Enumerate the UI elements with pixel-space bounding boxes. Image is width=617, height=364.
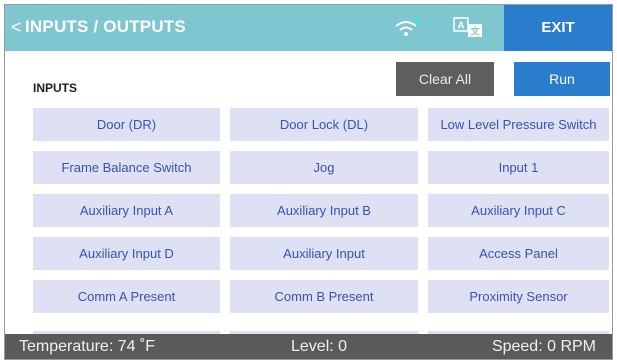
- back-chevron-icon[interactable]: <: [11, 14, 22, 40]
- input-access-panel-button[interactable]: Access Panel: [428, 237, 609, 270]
- header-bar: < INPUTS / OUTPUTS A 文 EXIT: [5, 5, 612, 51]
- app-frame: < INPUTS / OUTPUTS A 文 EXIT INPUTS Clear…: [4, 4, 613, 360]
- clear-all-button[interactable]: Clear All: [396, 62, 494, 96]
- svg-text:文: 文: [469, 26, 480, 38]
- page-title[interactable]: INPUTS / OUTPUTS: [25, 14, 186, 40]
- temperature-readout: Temperature: 74 ˚F: [19, 338, 156, 355]
- inputs-grid: Door (DR) Door Lock (DL) Low Level Press…: [33, 108, 609, 313]
- input-jog-button[interactable]: Jog: [230, 151, 418, 184]
- input-auxiliary-button[interactable]: Auxiliary Input: [230, 237, 418, 270]
- input-comm-b-present-button[interactable]: Comm B Present: [230, 280, 418, 313]
- speed-readout: Speed: 0 RPM: [491, 338, 596, 355]
- input-door-lock-button[interactable]: Door Lock (DL): [230, 108, 418, 141]
- input-comm-a-present-button[interactable]: Comm A Present: [33, 280, 220, 313]
- level-readout: Level: 0: [291, 338, 348, 355]
- svg-text:A: A: [457, 21, 464, 32]
- input-auxiliary-b-button[interactable]: Auxiliary Input B: [230, 194, 418, 227]
- status-bar: Temperature: 74 ˚F Level: 0 Speed: 0 RPM: [5, 334, 612, 359]
- input-door-dr-button[interactable]: Door (DR): [33, 108, 220, 141]
- input-auxiliary-a-button[interactable]: Auxiliary Input A: [33, 194, 220, 227]
- run-button[interactable]: Run: [514, 62, 610, 96]
- inputs-section-label: INPUTS: [33, 81, 78, 95]
- input-low-level-pressure-switch-button[interactable]: Low Level Pressure Switch: [428, 108, 609, 141]
- language-icon[interactable]: A 文: [453, 17, 489, 39]
- input-auxiliary-c-button[interactable]: Auxiliary Input C: [428, 194, 609, 227]
- input-proximity-sensor-button[interactable]: Proximity Sensor: [428, 280, 609, 313]
- input-auxiliary-d-button[interactable]: Auxiliary Input D: [33, 237, 220, 270]
- exit-button[interactable]: EXIT: [504, 5, 612, 51]
- input-frame-balance-switch-button[interactable]: Frame Balance Switch: [33, 151, 220, 184]
- wifi-icon[interactable]: [393, 17, 421, 39]
- input-1-button[interactable]: Input 1: [428, 151, 609, 184]
